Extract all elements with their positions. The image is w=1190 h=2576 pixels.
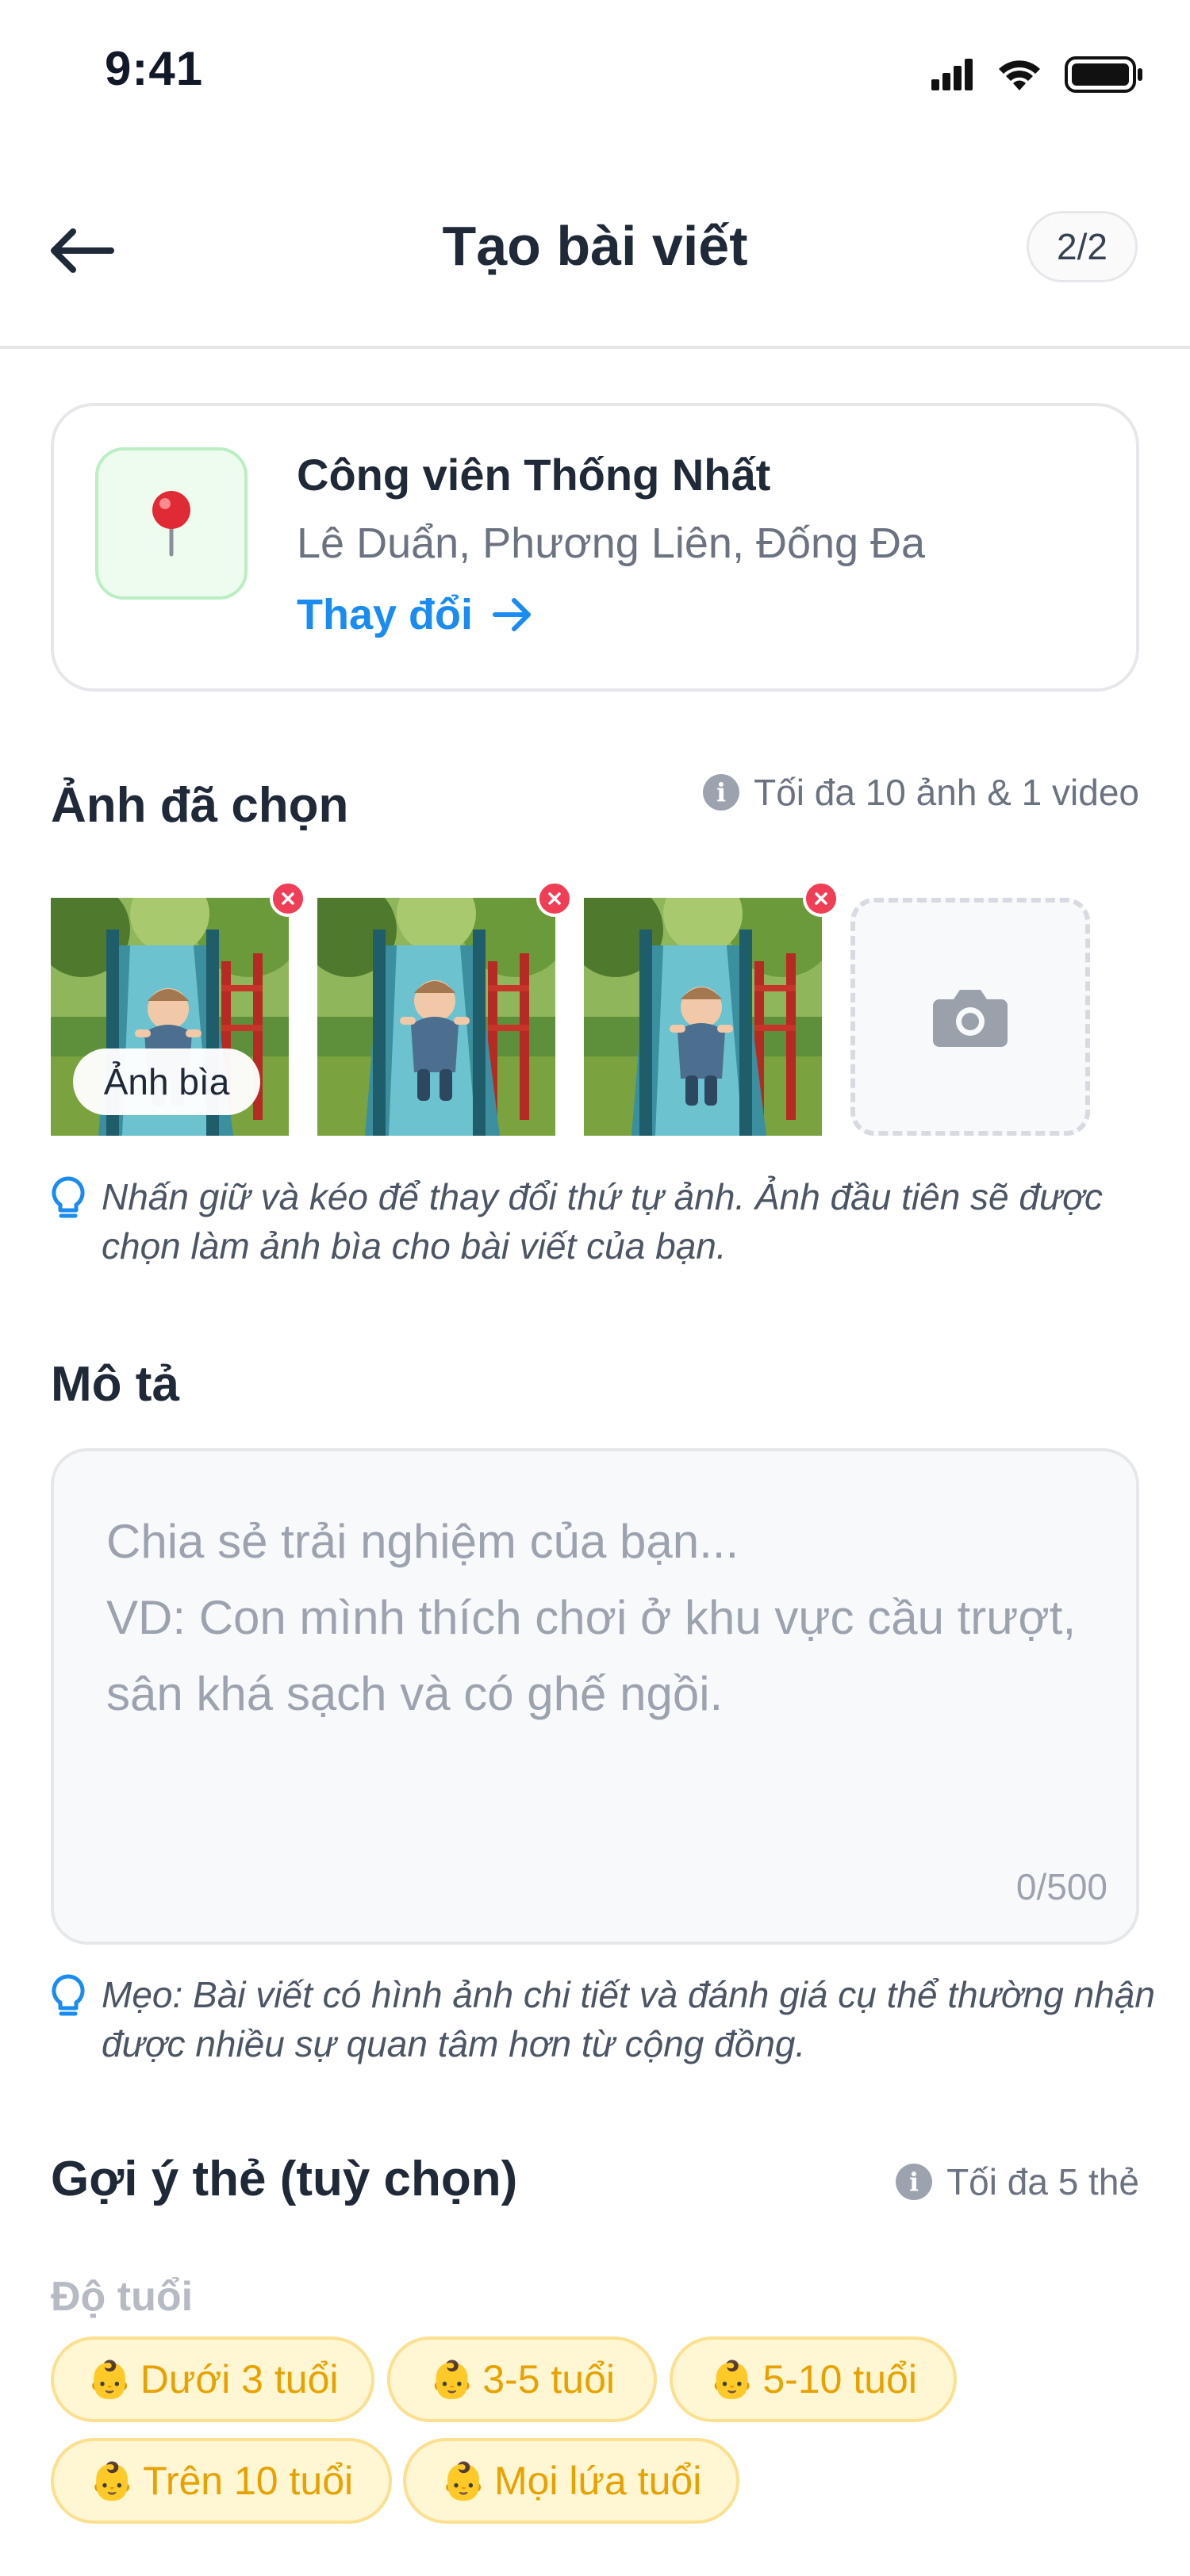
status-time: 9:41 (105, 42, 204, 95)
photos-section-title: Ảnh đã chọn (51, 778, 349, 833)
photos-hint-text: Nhấn giữ và kéo để thay đổi thứ tự ảnh. … (102, 1176, 1103, 1267)
location-name: Công viên Thống Nhất (297, 450, 771, 500)
location-icon-box (95, 447, 248, 600)
tag-chip-label: Trên 10 tuổi (143, 2459, 354, 2503)
baby-on-slide-photo (317, 898, 555, 1136)
status-bar: 9:41 (0, 0, 1190, 143)
selected-photo[interactable] (584, 880, 839, 1136)
tag-chip[interactable]: 👶 5-10 tuổi (670, 2336, 957, 2422)
tag-chip[interactable]: 👶 Mọi lứa tuổi (403, 2438, 739, 2524)
tag-chip-label: Dưới 3 tuổi (140, 2357, 339, 2402)
tags-limit-note: i Tối đa 5 thẻ (896, 2160, 1139, 2203)
info-icon: i (896, 2164, 933, 2200)
baby-icon: 👶 (709, 2358, 755, 2400)
selected-photo[interactable]: Ảnh bìa (51, 880, 306, 1136)
description-placeholder: Chia sẻ trải nghiệm của bạn... VD: Con m… (106, 1515, 1077, 1720)
tags-limit-text: Tối đa 5 thẻ (946, 2161, 1139, 2202)
photos-limit-note: i Tối đa 10 ảnh & 1 video (703, 771, 1139, 814)
description-textarea[interactable]: Chia sẻ trải nghiệm của bạn... VD: Con m… (51, 1448, 1139, 1945)
photos-hint: Nhấn giữ và kéo để thay đổi thứ tự ảnh. … (51, 1172, 1180, 1271)
tag-chip-label: 5-10 tuổi (762, 2357, 917, 2402)
photos-limit-text: Tối đa 10 ảnh & 1 video (754, 772, 1139, 813)
baby-icon: 👶 (89, 2459, 136, 2501)
cover-photo-badge: Ảnh bìa (73, 1048, 260, 1115)
baby-on-slide-photo (584, 898, 822, 1136)
remove-photo-button[interactable] (803, 880, 839, 917)
status-icons (931, 56, 1144, 94)
close-icon (815, 892, 827, 905)
lightbulb-icon (52, 1974, 85, 2016)
baby-icon: 👶 (86, 2358, 132, 2400)
tag-group-age-label: Độ tuổi (51, 2274, 194, 2320)
step-badge: 2/2 (1027, 211, 1138, 282)
signal-icon (931, 59, 973, 90)
location-card[interactable]: Công viên Thống Nhất Lê Duẩn, Phương Liê… (51, 403, 1139, 692)
pushpin-icon (152, 491, 190, 557)
tags-section-title: Gợi ý thẻ (tuỳ chọn) (51, 2152, 518, 2206)
close-icon (282, 892, 294, 905)
tag-chip[interactable]: 👶 Trên 10 tuổi (51, 2438, 392, 2524)
arrow-right-icon (493, 598, 532, 631)
info-icon: i (703, 774, 740, 811)
lightbulb-icon (52, 1176, 85, 1218)
header: Tạo bài viết 2/2 (0, 182, 1190, 349)
close-icon (548, 892, 561, 905)
remove-photo-button[interactable] (270, 880, 306, 917)
tag-chip[interactable]: 👶 Dưới 3 tuổi (51, 2336, 374, 2422)
description-tip-text: Mẹo: Bài viết có hình ảnh chi tiết và đá… (102, 1974, 1155, 2064)
character-counter: 0/500 (1015, 1866, 1107, 1907)
wifi-icon (999, 60, 1040, 90)
tag-chip-label: 3-5 tuổi (482, 2357, 616, 2402)
change-location-label: Thay đổi (297, 591, 474, 638)
tag-chip-label: Mọi lứa tuổi (493, 2459, 702, 2503)
baby-icon: 👶 (428, 2358, 475, 2400)
description-title: Mô tả (51, 1357, 179, 1412)
location-address: Lê Duẩn, Phương Liên, Đống Đa (297, 519, 926, 567)
baby-icon: 👶 (440, 2459, 486, 2501)
description-tip: Mẹo: Bài viết có hình ảnh chi tiết và đá… (51, 1970, 1180, 2068)
change-location-link[interactable]: Thay đổi (297, 590, 533, 639)
page-title: Tạo bài viết (442, 215, 748, 277)
remove-photo-button[interactable] (536, 880, 573, 917)
tag-chip[interactable]: 👶 3-5 tuổi (387, 2336, 657, 2422)
camera-icon (933, 990, 1008, 1047)
add-photo-button[interactable] (850, 898, 1090, 1136)
selected-photo[interactable] (317, 880, 573, 1136)
battery-icon (1065, 56, 1142, 93)
